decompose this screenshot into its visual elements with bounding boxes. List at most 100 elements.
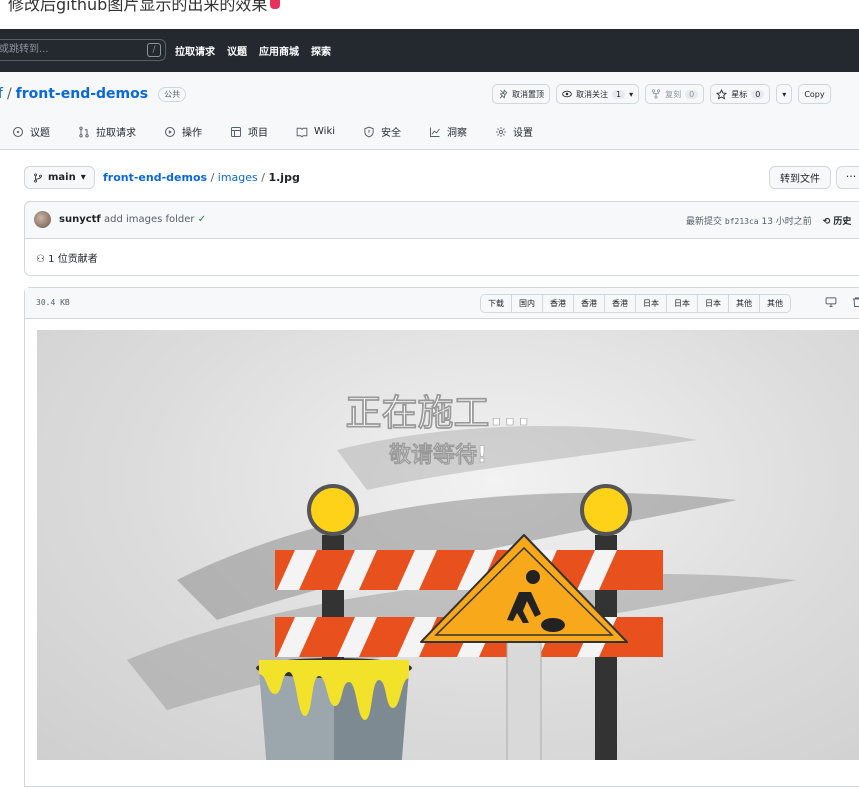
mirror-hk-button-3[interactable]: 香港 xyxy=(605,295,636,312)
nav-marketplace[interactable]: 应用商城 xyxy=(259,43,299,58)
search-shortcut-key: / xyxy=(147,43,161,57)
shield-icon xyxy=(364,126,374,137)
tab-settings-label: 设置 xyxy=(513,128,534,139)
tab-wiki[interactable]: Wiki xyxy=(296,124,335,139)
file-path-row: main ▾ front-end-demos / images / 1.jpg … xyxy=(24,166,859,190)
image-subtitle: 敬请等待! xyxy=(388,442,487,468)
mirror-jp-button-1[interactable]: 日本 xyxy=(636,295,667,312)
fork-button[interactable]: 复刻 0 xyxy=(645,84,705,104)
tab-projects-label: 项目 xyxy=(248,128,268,139)
unpin-button[interactable]: 取消置顶 xyxy=(492,84,550,104)
image-preview: 正在施工... 敬请等待! xyxy=(37,330,859,760)
eye-icon xyxy=(562,90,572,98)
unpin-label: 取消置顶 xyxy=(512,89,544,99)
star-label: 星标 xyxy=(731,89,748,99)
tab-issues-label: 议题 xyxy=(30,128,50,139)
mirror-other-button-1[interactable]: 其他 xyxy=(729,295,760,312)
breadcrumb-repo[interactable]: front-end-demos xyxy=(103,171,207,184)
commit-author[interactable]: sunyctf xyxy=(59,214,101,225)
breadcrumb-dir[interactable]: images xyxy=(218,171,258,184)
star-button[interactable]: 星标 0 xyxy=(710,84,771,104)
unwatch-button[interactable]: 取消关注 1 ▾ xyxy=(556,84,640,104)
history-button[interactable]: ⟲ 历史 xyxy=(823,217,852,227)
star-list-dropdown[interactable]: ▾ xyxy=(776,84,793,104)
trash-icon[interactable] xyxy=(851,296,859,308)
breadcrumb: front-end-demos / images / 1.jpg xyxy=(103,171,300,184)
pin-slash-icon xyxy=(499,89,508,99)
tab-wiki-label: Wiki xyxy=(314,126,336,137)
repo-actions: 取消置顶 取消关注 1 ▾ 复刻 0 星标 0 ▾ Copy xyxy=(492,84,831,104)
tab-actions-label: 操作 xyxy=(182,128,202,139)
search-placeholder: 或跳转到... xyxy=(0,44,49,55)
watch-count: 1 xyxy=(612,89,626,99)
issue-icon xyxy=(12,126,24,137)
tab-security[interactable]: 安全 xyxy=(363,124,401,139)
tab-projects[interactable]: 项目 xyxy=(230,124,268,139)
tab-insights-label: 洞察 xyxy=(447,128,468,139)
contributors-row[interactable]: ⚇ 1 位贡献者 xyxy=(24,238,859,276)
mirror-hk-button-2[interactable]: 香港 xyxy=(574,295,605,312)
gear-icon xyxy=(496,126,506,137)
tab-security-label: 安全 xyxy=(381,128,402,139)
commit-sha[interactable]: bf213ca xyxy=(725,217,759,226)
tab-insights[interactable]: 洞察 xyxy=(429,124,467,139)
history-icon: ⟲ xyxy=(822,217,831,227)
tab-pull-requests[interactable]: 拉取请求 xyxy=(78,124,136,139)
repo-owner[interactable]: f xyxy=(0,86,3,102)
repo-tabs: 议题 拉取请求 操作 项目 Wiki 安全 洞察 设置 xyxy=(12,124,561,139)
more-options-button[interactable]: ··· xyxy=(836,166,859,189)
mirror-other-button-2[interactable]: 其他 xyxy=(760,295,790,312)
mirror-jp-button-2[interactable]: 日本 xyxy=(667,295,698,312)
commit-time: 13 小时之前 xyxy=(761,217,812,227)
pull-request-icon xyxy=(79,126,89,137)
path-separator: / xyxy=(6,86,12,102)
fork-label: 复刻 xyxy=(665,89,682,99)
image-title: 正在施工... xyxy=(345,393,530,434)
avatar[interactable] xyxy=(34,211,51,228)
graph-icon xyxy=(430,127,440,137)
global-nav: 拉取请求 议题 应用商城 探索 xyxy=(175,29,331,72)
repo-name[interactable]: front-end-demos xyxy=(16,86,148,102)
chevron-down-icon: ▾ xyxy=(782,89,787,99)
tab-pull-requests-label: 拉取请求 xyxy=(96,128,136,139)
branch-icon xyxy=(34,172,42,183)
go-to-file-button[interactable]: 转到文件 xyxy=(769,166,831,189)
repo-header: f / front-end-demos 公共 取消置顶 取消关注 1 ▾ 复刻 … xyxy=(0,72,859,150)
desktop-icon[interactable] xyxy=(825,296,837,308)
tab-actions[interactable]: 操作 xyxy=(164,124,202,139)
star-count: 0 xyxy=(751,89,765,99)
actions-icon xyxy=(164,126,176,137)
repo-title: f / front-end-demos 公共 xyxy=(0,86,187,102)
fork-count: 0 xyxy=(685,89,699,99)
download-button[interactable]: 下载 xyxy=(481,295,512,312)
tab-issues[interactable]: 议题 xyxy=(12,124,50,139)
mirror-hk-button-1[interactable]: 香港 xyxy=(543,295,574,312)
latest-commit-label: 最新提交 xyxy=(686,217,723,227)
global-header: 或跳转到... / 拉取请求 议题 应用商城 探索 xyxy=(0,29,859,72)
caption: 修改后github图片显示的出来的效果 xyxy=(0,0,859,29)
branch-selector[interactable]: main ▾ xyxy=(24,166,95,189)
copy-button[interactable]: Copy xyxy=(798,84,831,104)
tab-settings[interactable]: 设置 xyxy=(495,124,533,139)
check-icon: ✓ xyxy=(197,214,207,225)
blob-header: 30.4 KB 下载 国内 香港 香港 香港 日本 日本 日本 其他 其他 xyxy=(25,288,859,319)
blob-viewer: 30.4 KB 下载 国内 香港 香港 香港 日本 日本 日本 其他 其他 正在… xyxy=(24,287,859,787)
emoji-mark-icon xyxy=(270,0,281,9)
commit-meta: 最新提交 bf213ca 13 小时之前 ⟲ 历史 xyxy=(686,214,851,227)
nav-issues[interactable]: 议题 xyxy=(227,43,247,58)
project-icon xyxy=(231,126,241,137)
breadcrumb-file: 1.jpg xyxy=(268,171,300,184)
visibility-badge: 公共 xyxy=(158,86,187,102)
search-input[interactable]: 或跳转到... / xyxy=(0,39,166,61)
commit-message[interactable]: add images folder xyxy=(104,214,195,225)
history-label: 历史 xyxy=(833,217,852,227)
mirror-jp-button-3[interactable]: 日本 xyxy=(698,295,729,312)
chevron-down-icon: ▾ xyxy=(629,89,634,99)
nav-explore[interactable]: 探索 xyxy=(311,43,331,58)
path-separator: / xyxy=(210,171,218,184)
nav-pull-requests[interactable]: 拉取请求 xyxy=(175,43,215,58)
book-icon xyxy=(296,127,308,138)
fork-icon xyxy=(652,89,661,99)
commit-summary: sunyctf add images folder ✓ xyxy=(59,214,206,225)
mirror-domestic-button[interactable]: 国内 xyxy=(512,295,543,312)
